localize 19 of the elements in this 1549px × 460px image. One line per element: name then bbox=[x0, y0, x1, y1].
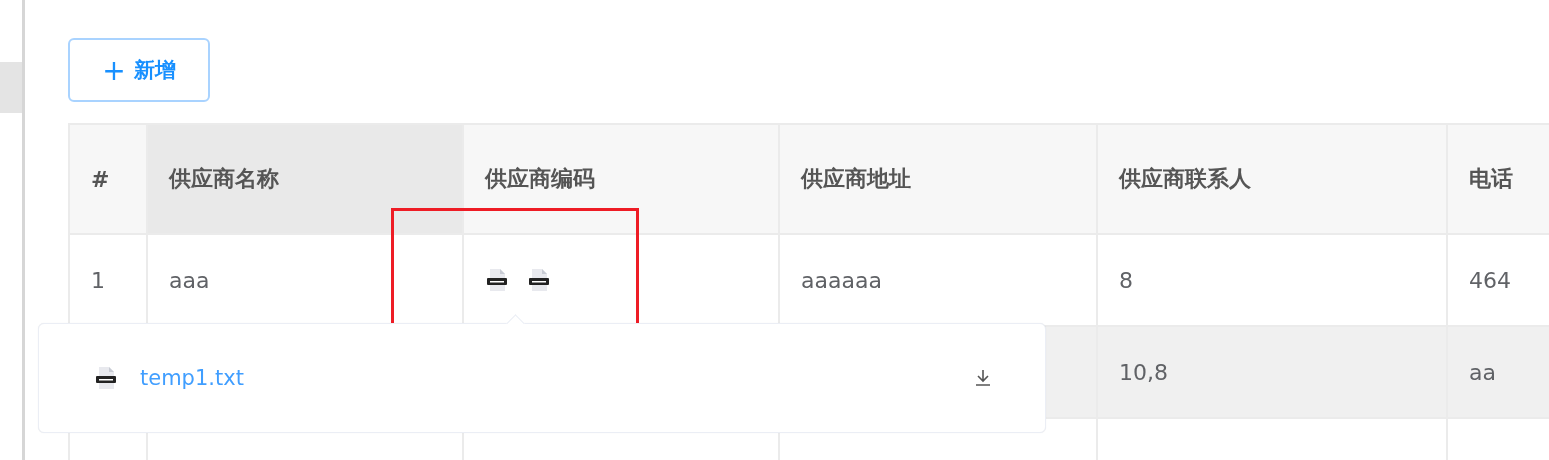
file-link[interactable]: temp1.txt bbox=[140, 366, 951, 390]
column-header: 供应商联系人 bbox=[1098, 125, 1448, 235]
table-cell: 8 bbox=[1119, 267, 1133, 293]
download-icon[interactable] bbox=[973, 368, 993, 388]
column-header: 供应商名称 bbox=[148, 125, 464, 235]
add-button[interactable]: + 新增 bbox=[68, 38, 210, 102]
table-cell: 464 bbox=[1469, 267, 1511, 293]
column-header: 供应商编码 bbox=[464, 125, 780, 235]
column-header: 供应商地址 bbox=[780, 125, 1098, 235]
table-cell: 1 bbox=[91, 267, 105, 293]
column-header: 电话 bbox=[1448, 125, 1549, 235]
file-icon[interactable] bbox=[485, 268, 509, 292]
table-cell: aaa bbox=[169, 267, 210, 293]
file-icon[interactable] bbox=[94, 366, 118, 390]
table-cell: aa bbox=[1469, 359, 1496, 385]
file-icon[interactable] bbox=[527, 268, 551, 292]
table-cell: aaaaaa bbox=[801, 267, 882, 293]
column-header: # bbox=[70, 125, 148, 235]
table-cell: 10,8 bbox=[1119, 359, 1168, 385]
